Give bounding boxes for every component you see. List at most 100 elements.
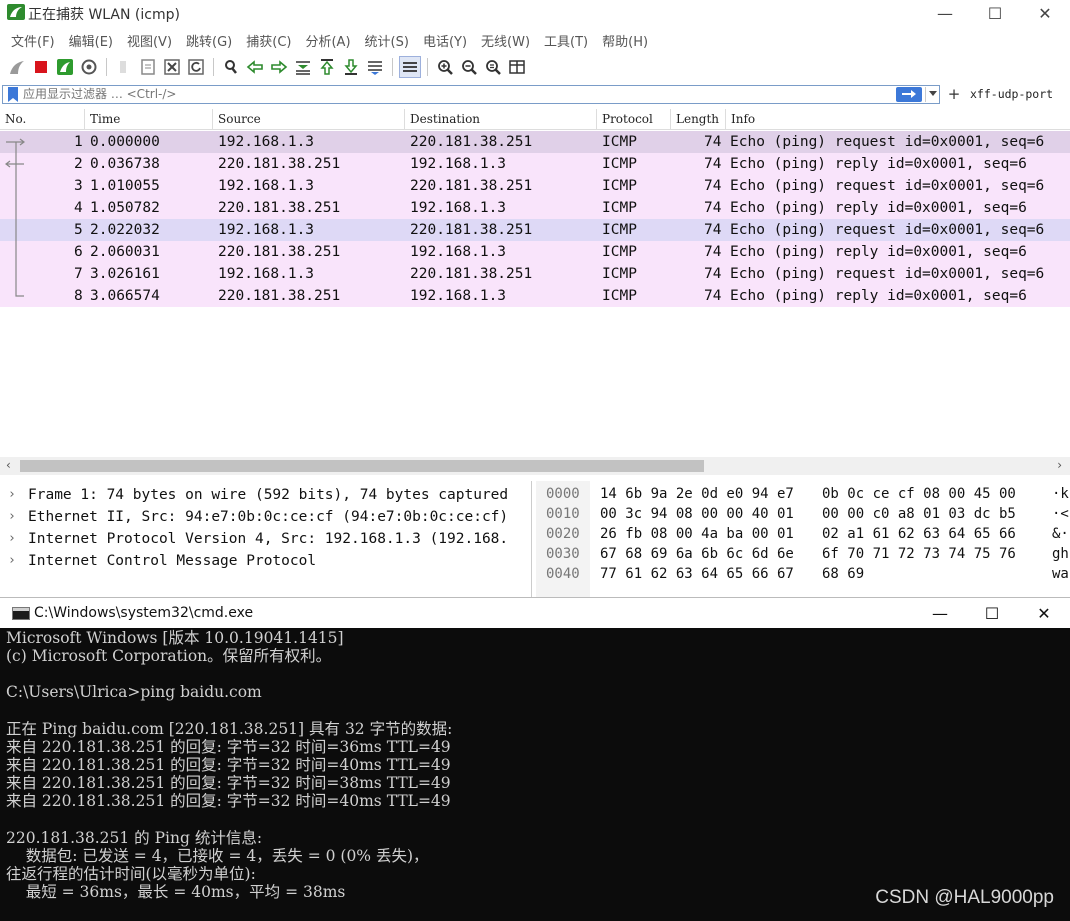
close-file-button[interactable] [161,56,183,78]
console-line: 来自 220.181.38.251 的回复: 字节=32 时间=40ms TTL… [6,792,451,810]
filter-history-dropdown[interactable] [925,86,939,102]
menu-help[interactable]: 帮助(H) [595,31,655,50]
capture-options-button[interactable] [78,56,100,78]
packet-info: Echo (ping) reply id=0x0001, seq=6 [730,156,1027,172]
packet-destination: 220.181.38.251 [410,134,533,150]
column-header-no[interactable]: No. [0,109,85,130]
packet-row[interactable]: 7 3.026161 192.168.1.3 220.181.38.251 IC… [0,263,1070,285]
stop-capture-button[interactable] [30,56,52,78]
maximize-icon: ☐ [987,3,1003,23]
go-forward-button[interactable] [268,56,290,78]
conversation-line-icon [15,219,17,241]
expand-chevron-icon[interactable]: › [8,506,20,528]
cmd-maximize-button[interactable]: ☐ [966,598,1018,629]
toolbar-separator [427,58,428,76]
packet-length: 74 [704,222,722,238]
autoscroll-button[interactable] [364,56,386,78]
scroll-thumb[interactable] [20,460,704,472]
column-header-time[interactable]: Time [85,109,213,130]
maximize-button[interactable]: ☐ [970,0,1020,26]
open-file-button[interactable] [113,56,135,78]
packet-row[interactable]: 6 2.060031 220.181.38.251 192.168.1.3 IC… [0,241,1070,263]
packet-destination: 220.181.38.251 [410,222,533,238]
reload-file-button[interactable] [185,56,207,78]
packet-row[interactable]: 8 3.066574 220.181.38.251 192.168.1.3 IC… [0,285,1070,307]
menu-view[interactable]: 视图(V) [120,31,179,50]
packet-length: 74 [704,266,722,282]
column-header-info[interactable]: Info [726,109,1070,130]
cmd-titlebar[interactable]: C:\Windows\system32\cmd.exe — ☐ ✕ [0,597,1070,628]
menu-file[interactable]: 文件(F) [4,31,62,50]
find-packet-button[interactable] [220,56,242,78]
apply-filter-button[interactable] [896,86,922,102]
console-output[interactable]: Microsoft Windows [版本 10.0.19041.1415] (… [0,628,1070,921]
packet-list-header: No. Time Source Destination Protocol Len… [0,109,1070,130]
menu-wireless[interactable]: 无线(W) [474,31,537,50]
column-header-protocol[interactable]: Protocol [597,109,671,130]
bytes-offset: 0020 [546,526,580,542]
menu-tools[interactable]: 工具(T) [537,31,595,50]
menu-analyze[interactable]: 分析(A) [298,31,357,50]
restart-capture-button[interactable] [54,56,76,78]
packet-details-pane: › Frame 1: 74 bytes on wire (592 bits), … [0,481,532,597]
packet-destination: 192.168.1.3 [410,244,507,260]
packet-row[interactable]: 4 1.050782 220.181.38.251 192.168.1.3 IC… [0,197,1070,219]
save-file-icon [141,59,155,75]
packet-info: Echo (ping) request id=0x0001, seq=6 [730,134,1045,150]
stop-icon [35,61,47,73]
cmd-close-button[interactable]: ✕ [1018,598,1070,629]
expand-chevron-icon[interactable]: › [8,550,20,572]
zoom-out-button[interactable] [458,56,480,78]
expand-chevron-icon[interactable]: › [8,484,20,506]
packet-row[interactable]: 2 0.036738 220.181.38.251 192.168.1.3 IC… [0,153,1070,175]
resize-columns-button[interactable] [506,56,528,78]
packet-no: 6 [74,244,83,260]
packet-source: 192.168.1.3 [218,222,315,238]
column-header-length[interactable]: Length [671,109,726,130]
packet-destination: 192.168.1.3 [410,156,507,172]
packet-row[interactable]: 3 1.010055 192.168.1.3 220.181.38.251 IC… [0,175,1070,197]
packet-source: 192.168.1.3 [218,266,315,282]
packet-destination: 220.181.38.251 [410,178,533,194]
menu-go[interactable]: 跳转(G) [179,31,239,50]
minimize-button[interactable]: — [920,0,970,26]
zoom-in-button[interactable] [434,56,456,78]
normal-size-button[interactable] [482,56,504,78]
csdn-watermark: CSDN @HAL9000pp [875,887,1054,908]
packet-info: Echo (ping) request id=0x0001, seq=6 [730,222,1045,238]
menu-capture[interactable]: 捕获(C) [239,31,298,50]
detail-text: Frame 1: 74 bytes on wire (592 bits), 74… [28,487,509,503]
go-back-button[interactable] [244,56,266,78]
cmd-minimize-button[interactable]: — [914,598,966,629]
packet-row[interactable]: 1 0.000000 192.168.1.3 220.181.38.251 IC… [0,131,1070,153]
add-filter-button[interactable]: + [944,85,964,103]
go-first-packet-button[interactable] [316,56,338,78]
menu-edit[interactable]: 编辑(E) [62,31,120,50]
go-last-packet-button[interactable] [340,56,362,78]
filter-button-xff-udp-port[interactable]: xff-udp-port [970,87,1053,101]
menu-telephony[interactable]: 电话(Y) [416,31,474,50]
packet-row[interactable]: 5 2.022032 192.168.1.3 220.181.38.251 IC… [0,219,1070,241]
packet-destination: 192.168.1.3 [410,200,507,216]
column-header-source[interactable]: Source [213,109,405,130]
close-button[interactable]: ✕ [1020,0,1070,26]
menu-statistics[interactable]: 统计(S) [358,31,416,50]
save-file-button[interactable] [137,56,159,78]
display-filter-input[interactable] [23,86,896,102]
display-filter-box [2,84,940,104]
scroll-right-icon[interactable]: › [1057,458,1062,472]
bookmark-icon[interactable] [7,86,19,102]
column-header-destination[interactable]: Destination [405,109,597,130]
bytes-ascii: wa [1052,566,1069,582]
start-capture-button[interactable] [6,56,28,78]
packet-list-hscrollbar[interactable]: ‹ › [0,457,1070,475]
go-to-packet-button[interactable] [292,56,314,78]
console-line: Microsoft Windows [版本 10.0.19041.1415] [6,629,344,647]
packet-time: 3.066574 [90,288,160,304]
conversation-end-icon [15,285,24,297]
scroll-left-icon[interactable]: ‹ [6,458,11,472]
wireshark-titlebar[interactable]: 正在捕获 WLAN (icmp) — ☐ ✕ [0,0,1070,26]
expand-chevron-icon[interactable]: › [8,528,20,550]
packet-source: 220.181.38.251 [218,156,341,172]
colorize-button[interactable] [399,56,421,78]
